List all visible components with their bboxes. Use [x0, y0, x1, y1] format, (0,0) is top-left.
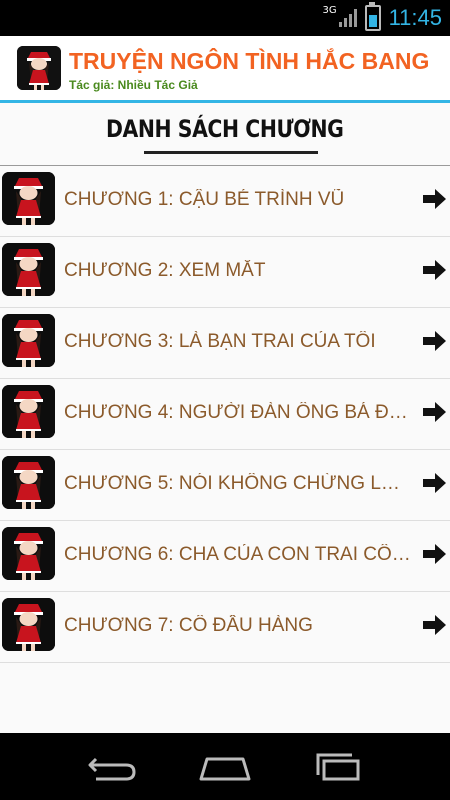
- chapter-row[interactable]: CHƯƠNG 7: CÔ ĐẦU HÀNG: [0, 592, 450, 663]
- chapter-label: CHƯƠNG 7: CÔ ĐẦU HÀNG: [64, 615, 313, 636]
- chapter-label: CHƯƠNG 6: CHA CỦA CON TRAI CÔ LÀ AI: [64, 544, 412, 565]
- section-title: DANH SÁCH CHƯƠNG: [106, 115, 344, 143]
- chapter-label: CHƯƠNG 2: XEM MẮT: [64, 260, 266, 281]
- chapter-thumbnail-icon: [2, 598, 55, 651]
- chapter-thumbnail-icon: [2, 314, 55, 367]
- chapter-row[interactable]: CHƯƠNG 2: XEM MẮT: [0, 237, 450, 308]
- chapter-row[interactable]: CHƯƠNG 4: NGƯỜI ĐÀN ÔNG BÁ ĐẠO: [0, 379, 450, 450]
- chapter-label: CHƯƠNG 3: LÀ BẠN TRAI CỦA TÔI: [64, 331, 376, 352]
- chapter-label: CHƯƠNG 5: NÓI KHÔNG CHỪNG LÀ BẠN: [64, 473, 412, 494]
- chapter-thumbnail-icon: [2, 456, 55, 509]
- arrow-right-icon: [423, 401, 447, 423]
- home-icon[interactable]: [195, 749, 255, 785]
- arrow-right-icon: [423, 188, 447, 210]
- navigation-bar: [0, 733, 450, 800]
- arrow-right-icon: [423, 614, 447, 636]
- app-subtitle: Tác giả: Nhiều Tác Giả: [69, 78, 198, 92]
- main-content: DANH SÁCH CHƯƠNG CHƯƠNG 1: CẬU BÉ TRÌNH …: [0, 103, 450, 733]
- app-header: TRUYỆN NGÔN TÌNH HẮC BANG Tác giả: Nhiều…: [0, 36, 450, 100]
- chapter-row[interactable]: CHƯƠNG 3: LÀ BẠN TRAI CỦA TÔI: [0, 308, 450, 379]
- battery-charging-icon: [364, 2, 381, 31]
- network-type: 3G: [322, 4, 337, 16]
- clock: 11:45: [388, 5, 442, 30]
- chapter-row[interactable]: CHƯƠNG 1: CẬU BÉ TRÌNH VŨ: [0, 166, 450, 237]
- section-underline: [144, 151, 318, 154]
- chapter-thumbnail-icon: [2, 385, 55, 438]
- chapter-thumbnail-icon: [2, 172, 55, 225]
- chapter-label: CHƯƠNG 1: CẬU BÉ TRÌNH VŨ: [64, 189, 345, 210]
- arrow-right-icon: [423, 259, 447, 281]
- chapter-thumbnail-icon: [2, 527, 55, 580]
- chapter-label: CHƯƠNG 4: NGƯỜI ĐÀN ÔNG BÁ ĐẠO: [64, 402, 412, 423]
- arrow-right-icon: [423, 472, 447, 494]
- chapter-row[interactable]: CHƯƠNG 5: NÓI KHÔNG CHỪNG LÀ BẠN: [0, 450, 450, 521]
- girl-avatar-icon: [17, 46, 61, 90]
- section-header: DANH SÁCH CHƯƠNG: [0, 103, 450, 165]
- chapter-list: CHƯƠNG 1: CẬU BÉ TRÌNH VŨ CHƯƠNG 2: XEM M…: [0, 166, 450, 663]
- chapter-thumbnail-icon: [2, 243, 55, 296]
- back-icon[interactable]: [82, 749, 142, 785]
- recent-apps-icon[interactable]: [310, 749, 370, 785]
- status-bar: 3G 11:45: [0, 0, 450, 36]
- arrow-right-icon: [423, 330, 447, 352]
- app-title: TRUYỆN NGÔN TÌNH HẮC BANG: [69, 48, 430, 74]
- signal-icon: [338, 9, 357, 27]
- arrow-right-icon: [423, 543, 447, 565]
- chapter-row[interactable]: CHƯƠNG 6: CHA CỦA CON TRAI CÔ LÀ AI: [0, 521, 450, 592]
